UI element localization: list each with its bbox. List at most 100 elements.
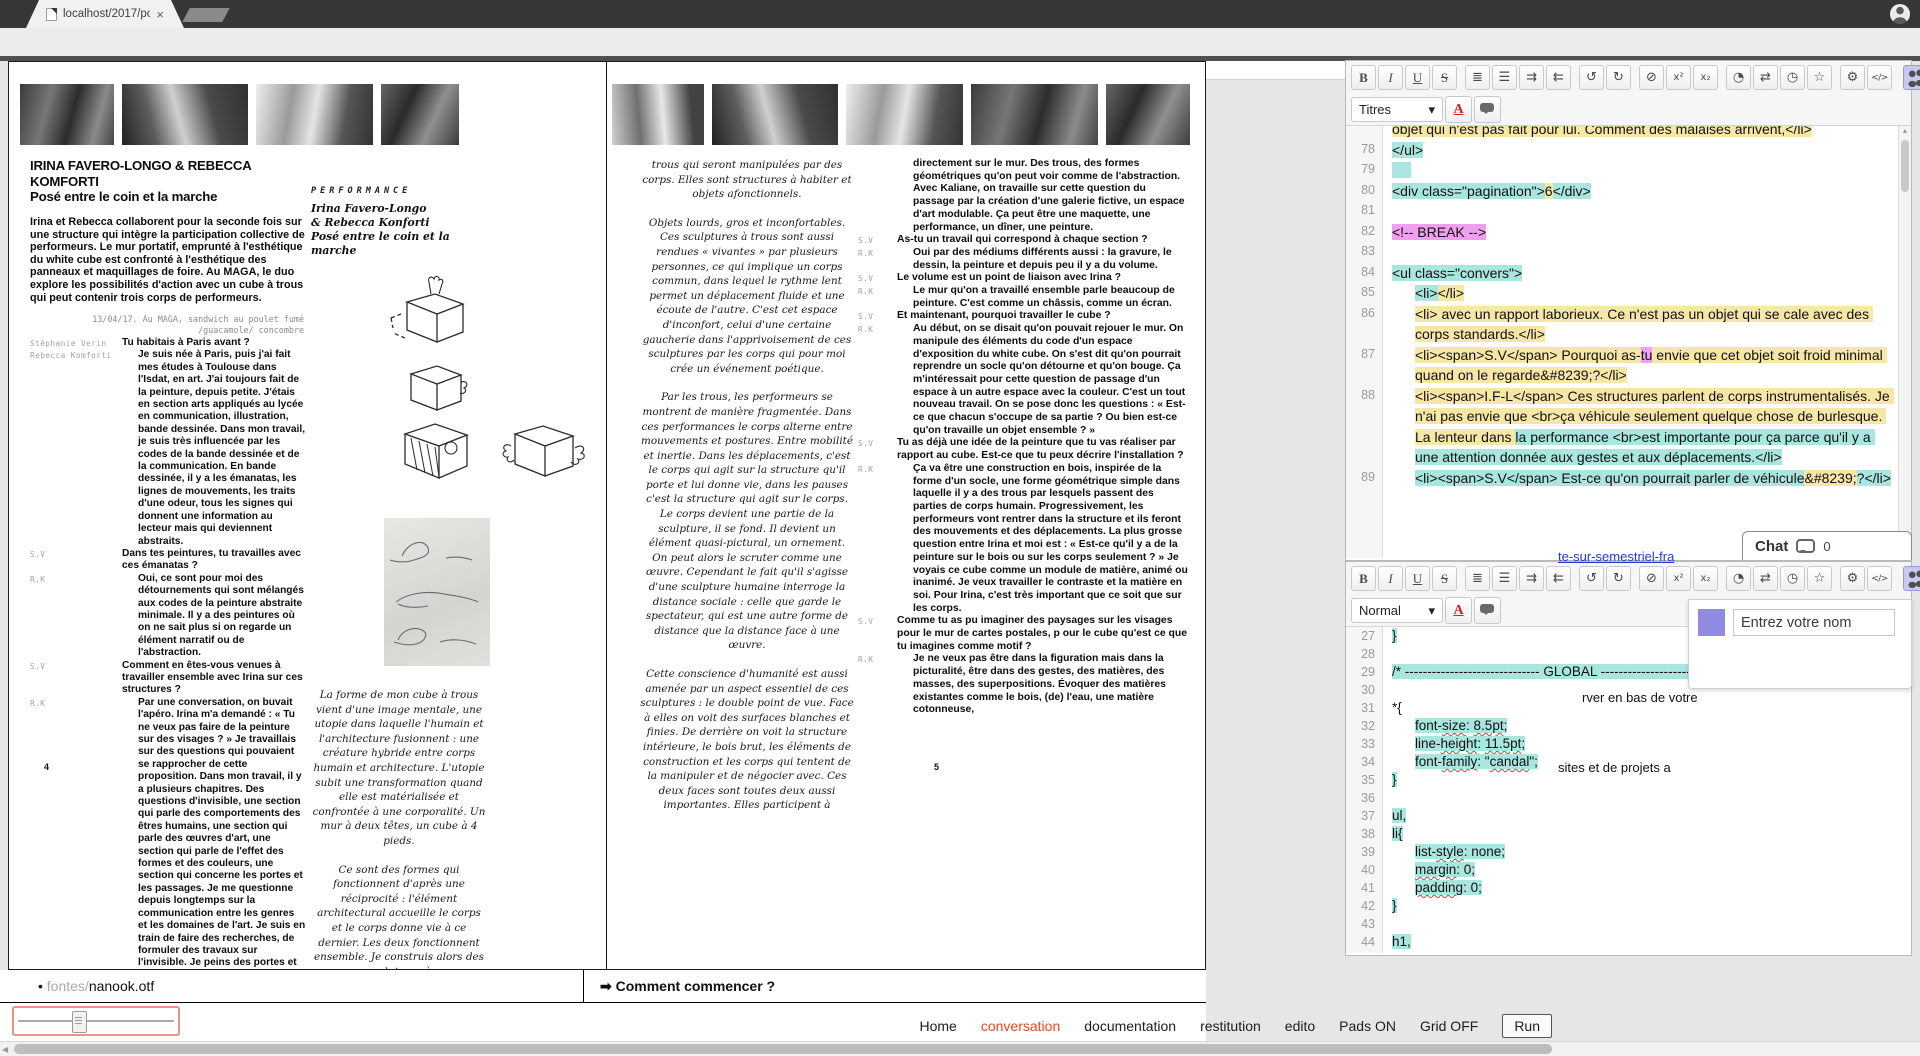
dialogue-turn: S.V Le volume est un point de liaison av… bbox=[858, 272, 1190, 285]
toolbar-button-icon[interactable]: ☆ bbox=[1807, 65, 1832, 90]
tab-close-icon[interactable]: × bbox=[156, 7, 164, 22]
font-color-button[interactable]: A bbox=[1445, 597, 1472, 624]
code-line[interactable]: 39list-style: none; bbox=[1346, 843, 1911, 861]
code-line[interactable]: 40margin: 0; bbox=[1346, 861, 1911, 879]
code-line[interactable]: 44h1, bbox=[1346, 933, 1911, 951]
code-line[interactable]: 88<li><span>I.F-L</span> Ces structures … bbox=[1346, 386, 1911, 468]
scroll-thumb[interactable] bbox=[1901, 140, 1909, 192]
toolbar-button-icon[interactable]: ↺ bbox=[1579, 65, 1604, 90]
toolbar-button-icon[interactable]: x₂ bbox=[1693, 566, 1718, 591]
toolbar-button-icon[interactable]: ⇄ bbox=[1753, 566, 1778, 591]
code-line[interactable]: 78</ul> bbox=[1346, 140, 1911, 161]
nav-item[interactable]: restitution bbox=[1200, 1018, 1261, 1034]
nav-item[interactable]: Home bbox=[920, 1018, 957, 1034]
nav-item[interactable]: documentation bbox=[1084, 1018, 1176, 1034]
code-line[interactable]: 33line-height: 11.5pt; bbox=[1346, 735, 1911, 753]
code-line[interactable]: 41padding: 0; bbox=[1346, 879, 1911, 897]
html-code-area[interactable]: ▲ objet qui n'est pas fait pour lui. Com… bbox=[1346, 126, 1911, 558]
toolbar-button-icon[interactable]: ☰ bbox=[1492, 65, 1517, 90]
toolbar-button-icon[interactable]: x² bbox=[1666, 65, 1691, 90]
code-line[interactable]: 83 bbox=[1346, 242, 1911, 263]
toolbar-button-icon[interactable]: ◔ bbox=[1726, 65, 1751, 90]
editor-scrollbar[interactable]: ▲ bbox=[1898, 126, 1911, 558]
toolbar-button-icon[interactable]: U bbox=[1405, 65, 1430, 90]
code-line[interactable]: 37ul, bbox=[1346, 807, 1911, 825]
toolbar-button-icon[interactable]: ☰ bbox=[1492, 566, 1517, 591]
toolbar-button-icon[interactable]: ≣ bbox=[1465, 65, 1490, 90]
code-line[interactable]: 80<div class="pagination">6</div> bbox=[1346, 181, 1911, 202]
code-line[interactable]: 79 bbox=[1346, 160, 1911, 181]
author-color-swatch[interactable] bbox=[1698, 609, 1725, 636]
toolbar-button-icon[interactable]: x₂ bbox=[1693, 65, 1718, 90]
code-line[interactable]: 81 bbox=[1346, 201, 1911, 222]
background-link-fragment[interactable]: te-sur-semestriel-fra bbox=[1558, 549, 1674, 564]
scroll-up-icon[interactable]: ▲ bbox=[1902, 128, 1909, 135]
toolbar-button-icon[interactable]: ⇇ bbox=[1546, 65, 1571, 90]
font-color-button[interactable]: A bbox=[1445, 96, 1472, 123]
toolbar-button-icon[interactable]: ⊘ bbox=[1639, 566, 1664, 591]
toolbar-button-icon[interactable] bbox=[1903, 65, 1920, 90]
code-line[interactable]: 43 bbox=[1346, 915, 1911, 933]
toolbar-button-icon[interactable]: ⇉ bbox=[1519, 566, 1544, 591]
nav-item[interactable]: Grid OFF bbox=[1420, 1018, 1478, 1034]
toolbar-button-icon[interactable]: U bbox=[1405, 566, 1430, 591]
username-input[interactable] bbox=[1733, 609, 1895, 636]
toolbar-button-icon[interactable]: ≣ bbox=[1465, 566, 1490, 591]
toolbar-button-icon[interactable]: I bbox=[1378, 65, 1403, 90]
toolbar-button-icon[interactable] bbox=[1903, 566, 1920, 591]
tab-stub[interactable] bbox=[182, 8, 229, 22]
toolbar-button-icon[interactable]: ☆ bbox=[1807, 566, 1832, 591]
chat-widget[interactable]: Chat 0 bbox=[1742, 531, 1912, 560]
toolbar-button-icon[interactable]: ↺ bbox=[1579, 566, 1604, 591]
toolbar-button-icon[interactable]: ◔ bbox=[1726, 566, 1751, 591]
toolbar-button-icon[interactable]: S bbox=[1432, 566, 1457, 591]
toolbar-button-icon[interactable]: ⊘ bbox=[1639, 65, 1664, 90]
comment-button-icon[interactable] bbox=[1474, 597, 1501, 624]
code-line[interactable]: 86<li> avec un rapport laborieux. Ce n'e… bbox=[1346, 304, 1911, 345]
code-line[interactable]: 36 bbox=[1346, 789, 1911, 807]
code-line[interactable]: 82<!-- BREAK --> bbox=[1346, 222, 1911, 243]
toolbar-button-icon[interactable]: ⇇ bbox=[1546, 566, 1571, 591]
toolbar-button-icon[interactable]: B bbox=[1351, 566, 1376, 591]
toolbar-button-icon[interactable]: ⇉ bbox=[1519, 65, 1544, 90]
comment-commencer-link[interactable]: ➡ Comment commencer ? bbox=[600, 978, 775, 995]
nav-item[interactable]: edito bbox=[1285, 1018, 1315, 1034]
toolbar-button-icon[interactable]: ⚙ bbox=[1840, 566, 1865, 591]
toolbar-button-icon[interactable]: ↻ bbox=[1606, 65, 1631, 90]
code-line[interactable]: 89<li><span>S.V</span> Est-ce qu'on pour… bbox=[1346, 468, 1911, 489]
dialogue-text: Je ne veux pas être dans la figuration m… bbox=[897, 653, 1190, 717]
style-select[interactable]: Titres▾ bbox=[1351, 97, 1443, 122]
toolbar-button-icon[interactable]: </> bbox=[1867, 566, 1892, 591]
slider-thumb[interactable] bbox=[72, 1011, 87, 1033]
code-line[interactable]: 38li{ bbox=[1346, 825, 1911, 843]
cursive-paragraph: trous qui seront manipulées par des corp… bbox=[640, 158, 854, 202]
toolbar-button-icon[interactable]: I bbox=[1378, 566, 1403, 591]
toolbar-button-icon[interactable]: ⇄ bbox=[1753, 65, 1778, 90]
toolbar-button-icon[interactable]: x² bbox=[1666, 566, 1691, 591]
toolbar-button-icon[interactable]: B bbox=[1351, 65, 1376, 90]
profile-avatar[interactable] bbox=[1890, 4, 1910, 24]
toolbar-button-icon[interactable]: ◷ bbox=[1780, 566, 1805, 591]
fontes-list-item[interactable]: • fontes/nanook.otf bbox=[38, 978, 154, 994]
toolbar-button-icon[interactable]: ⚙ bbox=[1840, 65, 1865, 90]
comment-button-icon[interactable] bbox=[1474, 96, 1501, 123]
browser-tab[interactable]: localhost/2017/poi × bbox=[26, 0, 184, 28]
scroll-thumb[interactable] bbox=[14, 1044, 1552, 1054]
scroll-left-icon[interactable]: ◀ bbox=[2, 1045, 8, 1054]
horizontal-scrollbar[interactable]: ◀ bbox=[0, 1041, 1920, 1056]
code-line[interactable]: objet qui n'est pas fait pour lui. Comme… bbox=[1346, 126, 1911, 140]
code-line[interactable]: 32font-size: 8.5pt; bbox=[1346, 717, 1911, 735]
code-line[interactable]: 42} bbox=[1346, 897, 1911, 915]
toolbar-button-icon[interactable]: S bbox=[1432, 65, 1457, 90]
toolbar-button-icon[interactable]: </> bbox=[1867, 65, 1892, 90]
style-select[interactable]: Normal▾ bbox=[1351, 598, 1443, 623]
code-line[interactable]: 84<ul class="convers"> bbox=[1346, 263, 1911, 284]
nav-item[interactable]: Pads ON bbox=[1339, 1018, 1396, 1034]
nav-item[interactable]: Run bbox=[1502, 1014, 1552, 1038]
toolbar-button-icon[interactable]: ◷ bbox=[1780, 65, 1805, 90]
code-line[interactable]: 87<li><span>S.V</span> Pourquoi as-tu en… bbox=[1346, 345, 1911, 386]
photo-thumbnail bbox=[122, 84, 248, 145]
nav-item[interactable]: conversation bbox=[981, 1018, 1060, 1034]
toolbar-button-icon[interactable]: ↻ bbox=[1606, 566, 1631, 591]
code-line[interactable]: 85<li></li> bbox=[1346, 283, 1911, 304]
